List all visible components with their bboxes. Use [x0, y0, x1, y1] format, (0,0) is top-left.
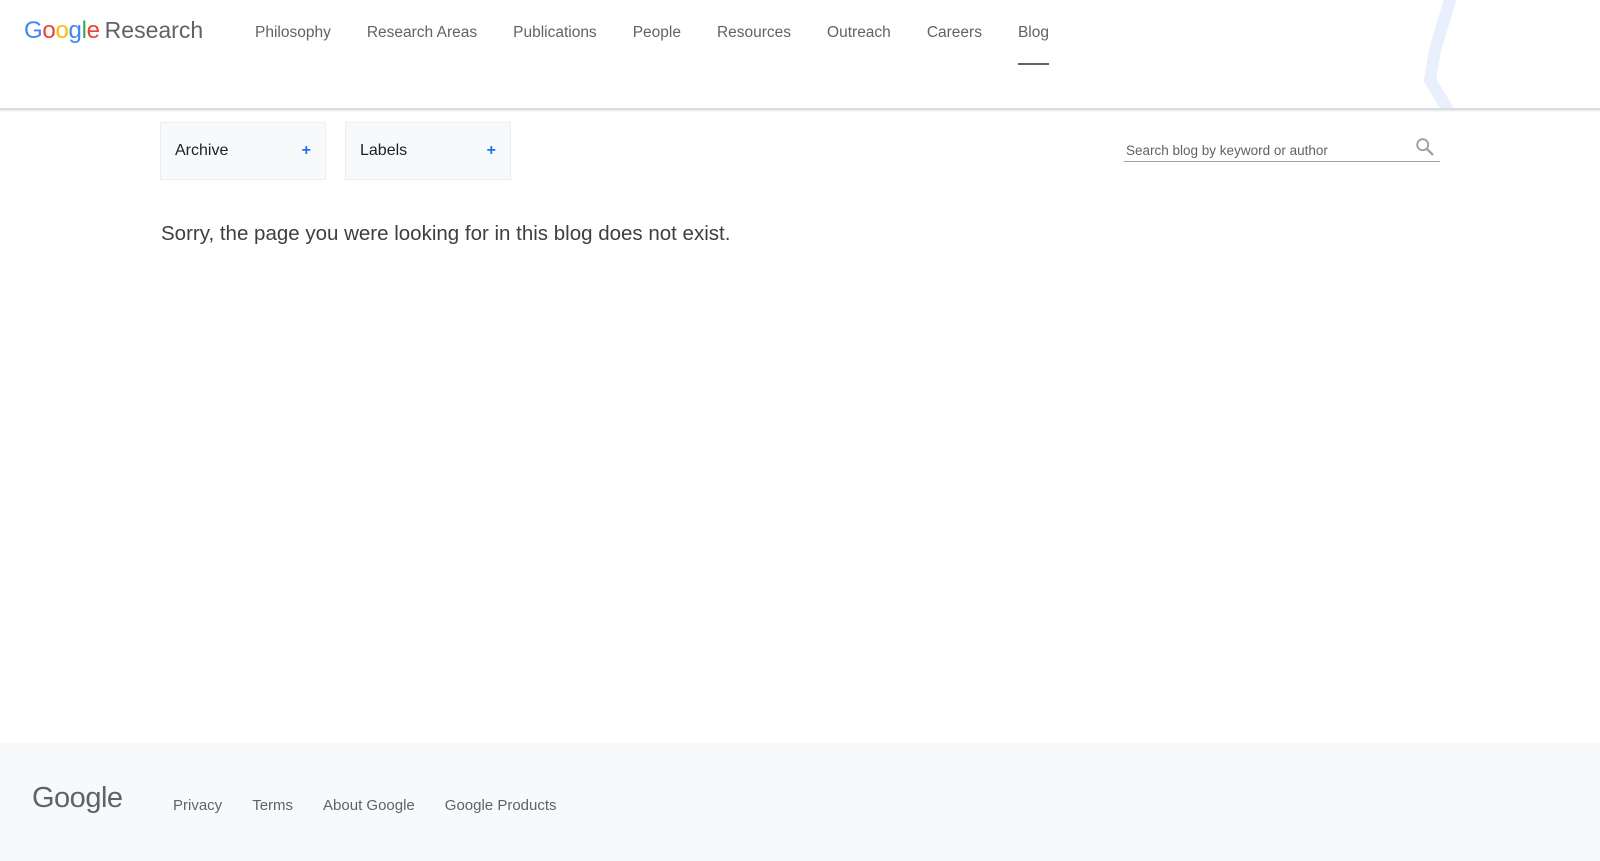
nav-item-outreach[interactable]: Outreach	[809, 0, 909, 66]
plus-icon: +	[301, 142, 311, 159]
logo-letter: o	[55, 17, 69, 44]
footer-link-about-google[interactable]: About Google	[308, 797, 430, 814]
not-found-message: Sorry, the page you were looking for in …	[161, 222, 731, 245]
archive-filter-button[interactable]: Archive +	[160, 122, 326, 180]
nav-item-philosophy[interactable]: Philosophy	[237, 0, 349, 66]
plus-icon: +	[486, 142, 496, 159]
footer-links: Privacy Terms About Google Google Produc…	[158, 797, 572, 814]
nav-item-resources[interactable]: Resources	[699, 0, 809, 66]
logo-letter: e	[86, 17, 100, 44]
site-header: Google Research Philosophy Research Area…	[0, 0, 1600, 110]
logo-letter: G	[24, 17, 43, 44]
search-input[interactable]	[1124, 136, 1404, 160]
footer-google-logo[interactable]: Google	[32, 782, 123, 815]
logo-letter: g	[68, 17, 82, 44]
blog-search	[1124, 136, 1440, 162]
archive-filter-label: Archive	[175, 142, 229, 159]
labels-filter-button[interactable]: Labels +	[345, 122, 511, 180]
nav-item-blog[interactable]: Blog	[1000, 0, 1067, 66]
nav-item-publications[interactable]: Publications	[495, 0, 615, 66]
nav-item-research-areas[interactable]: Research Areas	[349, 0, 495, 66]
google-research-logo[interactable]: Google Research	[24, 17, 203, 45]
nav-item-careers[interactable]: Careers	[909, 0, 1000, 66]
search-icon[interactable]	[1414, 136, 1436, 158]
logo-letter: o	[42, 17, 56, 44]
footer-link-privacy[interactable]: Privacy	[158, 797, 237, 814]
header-decoration	[1423, 0, 1456, 108]
main-nav: Philosophy Research Areas Publications P…	[237, 0, 1067, 66]
nav-item-people[interactable]: People	[615, 0, 699, 66]
logo-product-name: Research	[104, 17, 204, 43]
footer-link-google-products[interactable]: Google Products	[430, 797, 572, 814]
labels-filter-label: Labels	[360, 142, 408, 159]
site-footer: Google Privacy Terms About Google Google…	[0, 743, 1600, 861]
footer-link-terms[interactable]: Terms	[237, 797, 308, 814]
